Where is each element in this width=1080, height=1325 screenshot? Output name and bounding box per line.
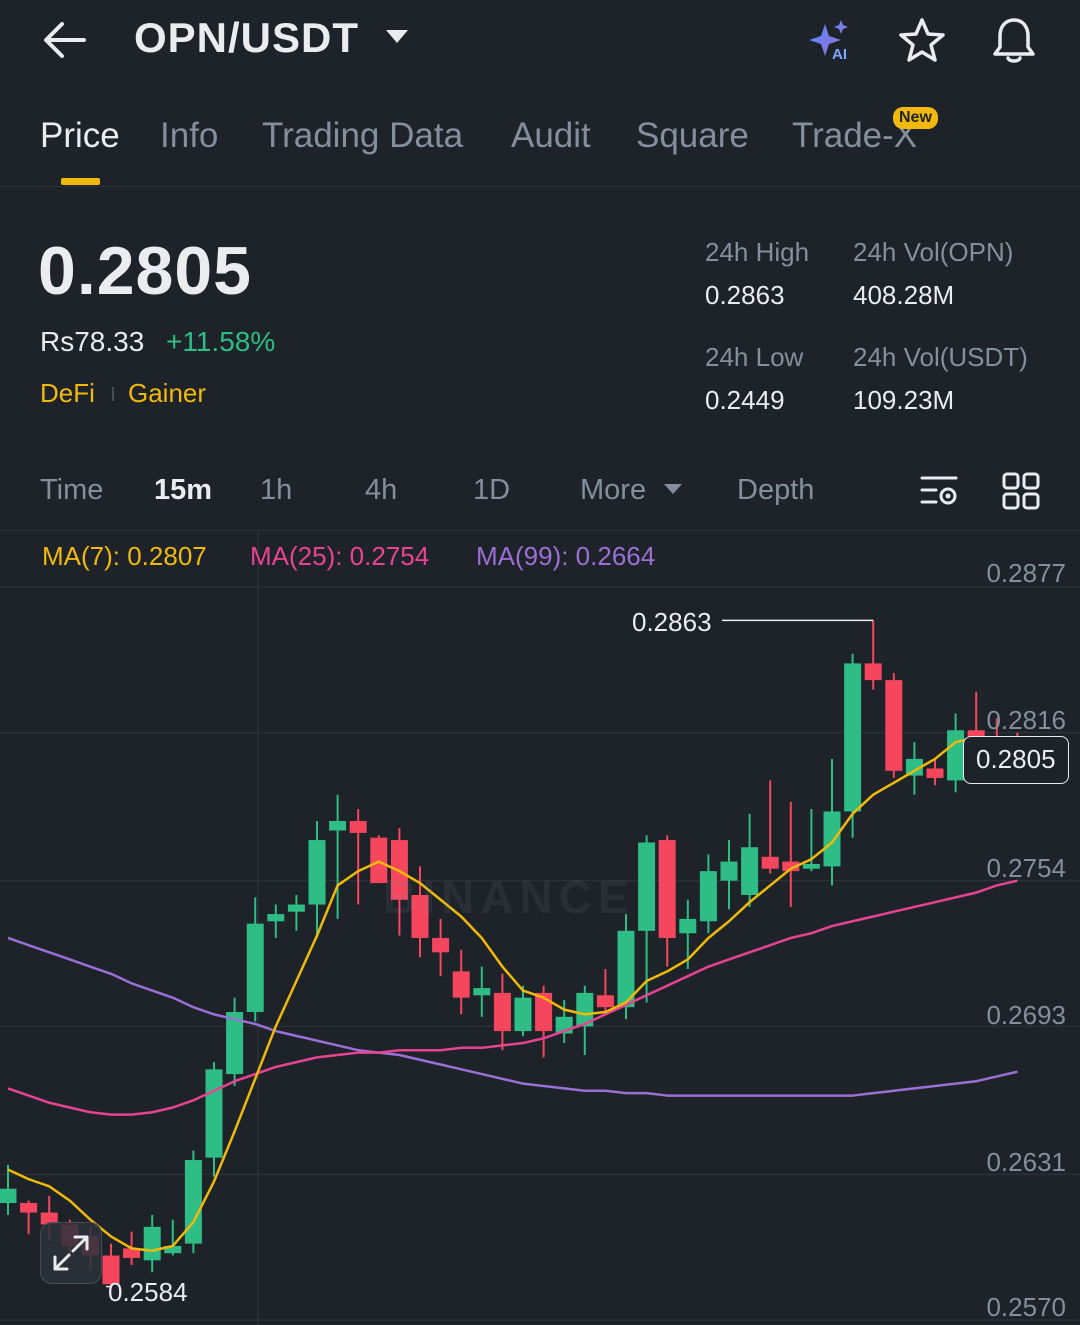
more-caret-icon[interactable] xyxy=(664,484,682,494)
candle-body xyxy=(596,995,614,1008)
volume-base-value: 408.28M xyxy=(853,280,955,310)
fullscreen-button[interactable] xyxy=(40,1222,102,1284)
volume-base-label: 24h Vol(OPN) xyxy=(853,237,1014,267)
candle-body xyxy=(184,1160,202,1244)
candle-body xyxy=(658,840,676,938)
candle-body xyxy=(885,680,903,771)
interval-time[interactable]: Time xyxy=(40,474,103,507)
candle-body xyxy=(432,937,450,953)
y-tick-label: 0.2693 xyxy=(986,1000,1066,1030)
candle-body xyxy=(246,923,264,1012)
low-value: 0.2449 xyxy=(705,385,785,415)
candle-body xyxy=(638,842,656,931)
candle-body xyxy=(205,1069,223,1158)
fiat-price: Rs78.33 xyxy=(40,326,145,357)
y-tick-label: 0.2631 xyxy=(986,1147,1066,1177)
tag-defi[interactable]: DeFi xyxy=(40,378,95,409)
candle-body xyxy=(473,988,491,996)
tab-square[interactable]: Square xyxy=(636,116,749,156)
current-price-label: 0.2805 xyxy=(976,744,1056,774)
ma99-label: MA(99): 0.2664 xyxy=(476,541,656,571)
low-label: 24h Low xyxy=(705,342,804,372)
active-tab-indicator xyxy=(61,178,100,185)
depth-toggle[interactable]: Depth xyxy=(737,474,814,507)
candle-body xyxy=(926,768,944,779)
y-tick-label: 0.2877 xyxy=(986,558,1066,588)
new-badge: New xyxy=(893,107,938,129)
candle-body xyxy=(0,1188,17,1204)
candle-body xyxy=(452,971,470,998)
expand-arrows-icon xyxy=(53,1235,89,1271)
candle-body xyxy=(947,730,965,781)
ma25-label: MA(25): 0.2754 xyxy=(250,541,430,571)
candle-body xyxy=(267,914,285,922)
interval-1d[interactable]: 1D xyxy=(473,474,510,507)
grid-layout-icon[interactable] xyxy=(1000,470,1042,512)
price-change-percent: +11.58% xyxy=(166,326,276,357)
ma99-line xyxy=(7,936,1018,1097)
candle-body xyxy=(349,820,367,833)
interval-1h[interactable]: 1h xyxy=(260,474,292,507)
candle-body xyxy=(741,847,759,896)
candle-body xyxy=(802,863,820,869)
high-marker-label: 0.2863 xyxy=(632,607,712,637)
bell-alert-icon[interactable] xyxy=(987,14,1041,68)
candle-body xyxy=(308,840,326,905)
pair-dropdown-caret-icon[interactable] xyxy=(386,30,408,43)
volume-quote-label: 24h Vol(USDT) xyxy=(853,342,1028,372)
candle-body xyxy=(823,811,841,867)
volume-quote-value: 109.23M xyxy=(853,385,955,415)
candle-body xyxy=(761,856,779,869)
interval-15m[interactable]: 15m xyxy=(154,474,212,507)
candle-body xyxy=(143,1226,161,1261)
candle-body xyxy=(844,663,862,812)
last-price: 0.2805 xyxy=(38,233,252,309)
interval-more[interactable]: More xyxy=(580,474,646,507)
indicator-settings-icon[interactable] xyxy=(918,470,960,512)
high-value: 0.2863 xyxy=(705,280,785,310)
ma7-label: MA(7): 0.2807 xyxy=(42,541,207,571)
interval-4h[interactable]: 4h xyxy=(365,474,397,507)
tab-info[interactable]: Info xyxy=(160,116,218,156)
star-favorite-icon[interactable] xyxy=(895,14,949,68)
candle-body xyxy=(493,992,511,1032)
candlestick-chart[interactable] xyxy=(0,530,1080,1325)
tab-price[interactable]: Price xyxy=(40,116,120,156)
low-marker-label: 0.2584 xyxy=(108,1277,188,1307)
y-tick-label: 0.2816 xyxy=(986,705,1066,735)
high-label: 24h High xyxy=(705,237,810,267)
candle-body xyxy=(514,997,532,1032)
candle-body xyxy=(287,904,305,912)
candle-body xyxy=(329,820,347,831)
trading-pair-title[interactable]: OPN/USDT xyxy=(134,14,359,62)
candle-body xyxy=(679,918,697,934)
candle-body xyxy=(699,871,717,922)
y-tick-label: 0.2754 xyxy=(986,853,1066,883)
candle-body xyxy=(864,663,882,681)
candle-body xyxy=(20,1203,38,1213)
y-tick-label: 0.2570 xyxy=(986,1292,1066,1322)
ai-sparkle-icon[interactable]: AI xyxy=(803,14,857,68)
svg-text:AI: AI xyxy=(832,46,847,63)
tag-divider xyxy=(112,387,114,401)
top-bar: OPN/USDT AI xyxy=(0,0,1080,80)
back-arrow-icon[interactable] xyxy=(40,18,90,62)
candle-body xyxy=(720,861,738,881)
chart-watermark: BINANCE xyxy=(383,871,635,923)
tab-trading-data[interactable]: Trading Data xyxy=(262,116,463,156)
tab-audit[interactable]: Audit xyxy=(511,116,591,156)
tag-gainer[interactable]: Gainer xyxy=(128,378,206,409)
